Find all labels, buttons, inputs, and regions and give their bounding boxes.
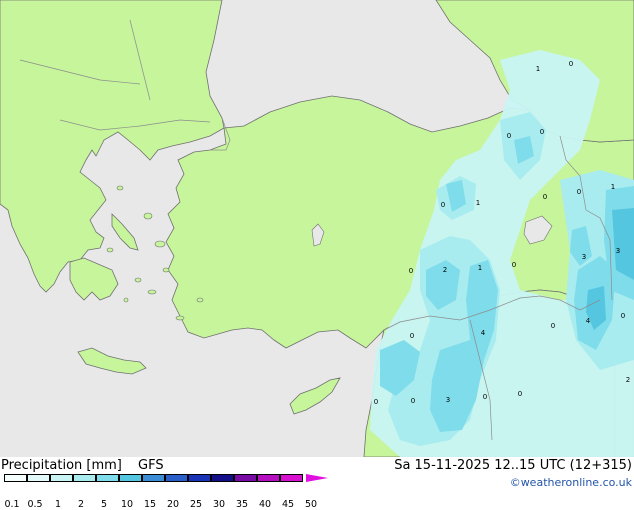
value-marker: 0 [506, 132, 512, 140]
colorbar-cell [234, 474, 257, 482]
colorbar-cell [165, 474, 188, 482]
colorbar-cell [4, 474, 27, 482]
value-marker: 3 [445, 396, 451, 404]
value-marker: 1 [610, 183, 616, 191]
colorbar-labels: 0.1 0.5 1 2 5 10 15 20 25 30 35 40 45 50 [4, 499, 344, 510]
colorbar-cell [280, 474, 303, 482]
value-marker: 0 [517, 390, 523, 398]
colorbar-label: 0.5 [27, 499, 43, 510]
value-marker: 3 [581, 253, 587, 261]
value-marker: 0 [620, 312, 626, 320]
colorbar-label: 35 [235, 499, 249, 510]
colorbar-label: 30 [212, 499, 226, 510]
value-marker: 2 [442, 266, 448, 274]
colorbar-label: 10 [120, 499, 134, 510]
value-marker: 0 [482, 393, 488, 401]
valid-time: Sa 15-11-2025 12..15 UTC (12+315) [394, 458, 632, 473]
value-marker: 0 [409, 332, 415, 340]
model-name: GFS [138, 458, 164, 473]
colorbar-label: 15 [143, 499, 157, 510]
value-marker: 1 [475, 199, 481, 207]
colorbar-cell [188, 474, 211, 482]
value-marker: 4 [585, 317, 591, 325]
colorbar-cell [257, 474, 280, 482]
colorbar-label: 20 [166, 499, 180, 510]
value-marker: 0 [408, 267, 414, 275]
value-marker: 2 [625, 376, 631, 384]
value-marker: 0 [568, 60, 574, 68]
colorbar-cell [96, 474, 119, 482]
value-marker: 0 [511, 261, 517, 269]
colorbar-cell [73, 474, 96, 482]
value-marker: 0 [539, 128, 545, 136]
colorbar-cell [142, 474, 165, 482]
colorbar-label: 5 [100, 499, 108, 510]
value-marker: 0 [550, 322, 556, 330]
colorbar-cell [50, 474, 73, 482]
value-marker: 0 [410, 397, 416, 405]
value-marker: 0 [542, 193, 548, 201]
colorbar-label: 1 [54, 499, 62, 510]
colorbar-cell [27, 474, 50, 482]
value-marker: 3 [615, 247, 621, 255]
colorbar-cell [211, 474, 234, 482]
map-title: Precipitation [mm] [1, 458, 122, 473]
value-marker: 0 [373, 398, 379, 406]
credit-link[interactable]: ©weatheronline.co.uk [510, 476, 632, 489]
colorbar-label: 50 [304, 499, 318, 510]
value-marker: 1 [535, 65, 541, 73]
colorbar-label: 2 [77, 499, 85, 510]
colorbar-overflow-arrow [306, 474, 328, 482]
colorbar-label: 45 [281, 499, 295, 510]
colorbar-label: 25 [189, 499, 203, 510]
colorbar-cell [119, 474, 142, 482]
value-marker: 1 [477, 264, 483, 272]
map-footer: Precipitation [mm] GFS Sa 15-11-2025 12.… [0, 457, 634, 510]
value-marker: 4 [480, 329, 486, 337]
colorbar-label: 40 [258, 499, 272, 510]
colorbar-label: 0.1 [4, 499, 20, 510]
value-marker: 0 [576, 188, 582, 196]
value-marker: 0 [440, 201, 446, 209]
